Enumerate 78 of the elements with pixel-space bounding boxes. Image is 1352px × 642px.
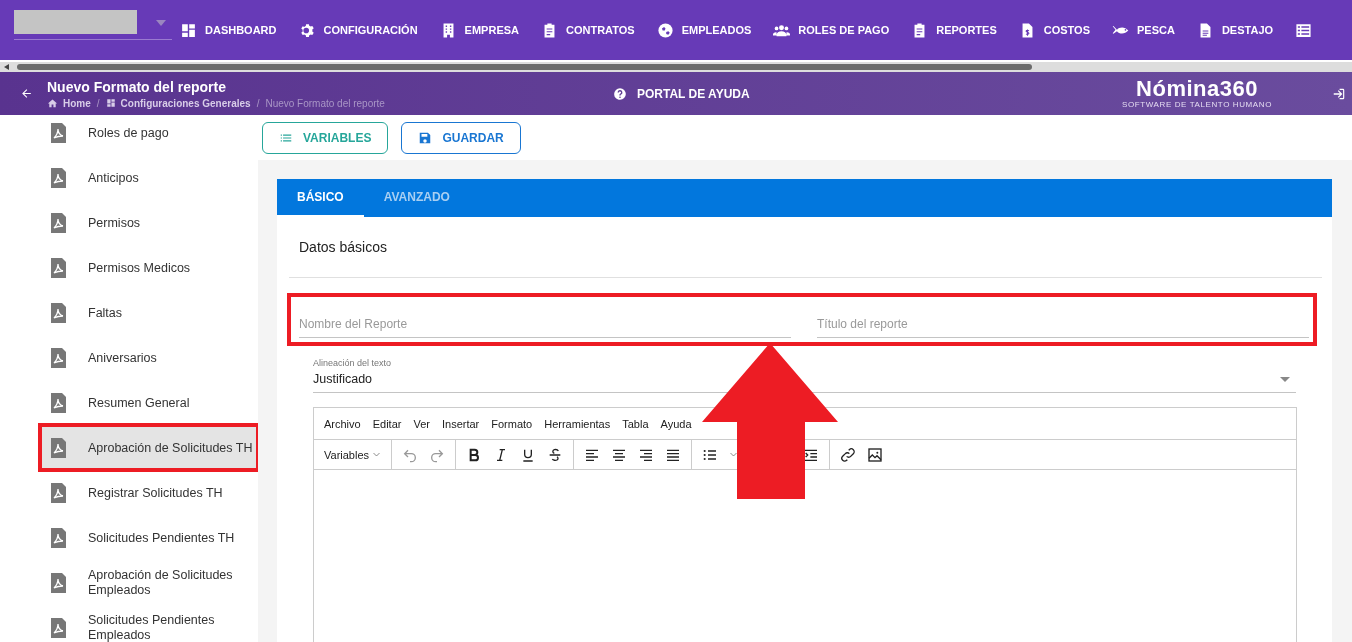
help-portal-link[interactable]: PORTAL DE AYUDA [613, 86, 750, 101]
nav-menu-item[interactable]: CONTRATOS [541, 21, 635, 39]
pdf-file-icon [51, 617, 66, 638]
nav-menu-item[interactable]: PESCA [1112, 21, 1175, 39]
nav-menu-item[interactable]: EMPLEADOS [656, 21, 752, 39]
text-input-field[interactable]: Nombre del Reporte [299, 310, 791, 338]
help-icon [613, 86, 627, 101]
editor-menu-item[interactable]: Insertar [441, 417, 480, 430]
back-arrow-icon[interactable] [20, 87, 33, 100]
select-label: Alineación del texto [313, 358, 392, 368]
sidebar-item[interactable]: Resumen General [40, 380, 258, 425]
text-input-field[interactable]: Título del reporte [817, 310, 1309, 338]
left-arrow-icon [4, 64, 9, 70]
pdf-file-icon [51, 257, 66, 278]
section-title: Datos básicos [289, 217, 1322, 278]
sidebar-item[interactable]: Permisos [40, 200, 258, 245]
nav-menu-item[interactable]: REPORTES [911, 21, 997, 39]
pdf-file-icon [51, 347, 66, 368]
settings-icon [298, 21, 316, 39]
sidebar-item[interactable]: Aprobación de Solicitudes Empleados [40, 560, 240, 605]
save-icon [418, 130, 433, 145]
nav-menu-item[interactable]: EMPRESA [439, 21, 519, 39]
sidebar-item[interactable]: Roles de pago [40, 115, 258, 155]
nav-menu-item[interactable]: ROLES DE PAGO [773, 21, 890, 39]
editor-menu-item[interactable]: Archivo [324, 417, 361, 430]
logo-tagline: SOFTWARE DE TALENTO HUMANO [1122, 100, 1272, 109]
nav-menu-item[interactable]: COSTOS [1018, 21, 1090, 39]
pdf-file-icon [51, 572, 66, 593]
chevron-down-icon [372, 450, 382, 459]
globe-icon [656, 21, 674, 39]
tab[interactable]: BÁSICO [277, 179, 364, 217]
pdf-file-icon [51, 437, 66, 458]
link-icon[interactable] [840, 446, 857, 463]
pdf-file-icon [51, 122, 66, 143]
sidebar-item[interactable]: Registrar Solicitudes TH [40, 470, 258, 515]
horizontal-scrollbar[interactable] [0, 60, 1352, 72]
sidebar-item[interactable]: Permisos Medicos [40, 245, 258, 290]
sidebar-item[interactable]: Solicitudes Pendientes TH [40, 515, 258, 560]
breadcrumb-link[interactable]: Configuraciones Generales [105, 97, 251, 109]
scrollbar-thumb[interactable] [17, 64, 1032, 70]
list-icon[interactable] [1295, 21, 1313, 39]
company-select[interactable] [14, 10, 172, 40]
breadcrumb-separator: / [96, 97, 100, 109]
pdf-file-icon [51, 482, 66, 503]
pdf-file-icon [51, 167, 66, 188]
dashboard-icon [180, 21, 197, 39]
editor-menu-item[interactable]: Tabla [622, 417, 649, 430]
caret-icon [1280, 377, 1290, 382]
sidebar-item[interactable]: Aniversarios [40, 335, 258, 380]
caret-icon [156, 20, 166, 26]
select-value: Justificado [313, 372, 373, 386]
nav-menu-item[interactable]: CONFIGURACIÓN [298, 21, 418, 39]
editor-menu-item[interactable]: Formato [491, 417, 533, 430]
logo-wordmark: Nómina360 [1136, 78, 1258, 100]
save-button[interactable]: GUARDAR [401, 121, 521, 154]
editor-menu-item[interactable]: Editar [372, 417, 402, 430]
image-icon[interactable] [867, 446, 884, 463]
editor-menu-item[interactable]: Ver [413, 417, 430, 430]
page-title: Nuevo Formato del reporte [47, 78, 227, 95]
sidebar-item[interactable]: Anticipos [40, 155, 258, 200]
breadcrumb-link[interactable]: Home [47, 97, 91, 109]
variables-dropdown[interactable]: Variables [324, 448, 382, 461]
home-icon [47, 97, 58, 109]
pdf-file-icon [51, 212, 66, 233]
pdf-file-icon [51, 392, 66, 413]
nav-menu-item[interactable]: DESTAJO [1196, 21, 1274, 39]
sidebar-item[interactable]: Aprobación de Solicitudes TH [40, 425, 258, 470]
editor-menu-item[interactable]: Ayuda [660, 417, 692, 430]
pdf-file-icon [51, 302, 66, 323]
chevron-down-icon[interactable] [729, 450, 739, 459]
logout-icon[interactable] [1332, 86, 1346, 101]
nav-menu-item[interactable]: DASHBOARD [180, 21, 277, 39]
pdf-file-icon [51, 527, 66, 548]
sidebar-item[interactable]: Faltas [40, 290, 258, 335]
editor-menu-item[interactable]: Herramientas [544, 417, 611, 430]
dashboard-icon [105, 98, 116, 108]
breadcrumb-separator: / [256, 97, 260, 109]
sidebar-item[interactable]: Solicitudes Pendientes Empleados [40, 605, 240, 642]
